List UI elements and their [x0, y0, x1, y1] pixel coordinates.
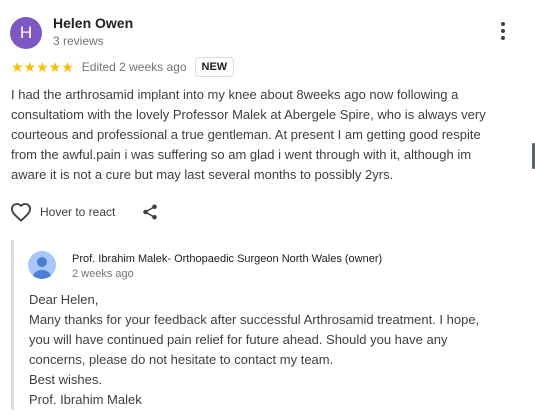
reviewer-avatar[interactable]: H [10, 17, 42, 49]
more-options-icon[interactable] [496, 20, 510, 42]
review-line: I had the arthrosamid implant into my kn… [11, 87, 459, 102]
reply-line: Dear Helen, [29, 292, 99, 307]
share-icon[interactable] [141, 203, 159, 221]
review-text: I had the arthrosamid implant into my kn… [11, 85, 516, 185]
star-rating: ★★★★★ [11, 59, 74, 75]
review-actions: Hover to react [10, 200, 159, 224]
reviewer-review-count: 3 reviews [53, 34, 104, 48]
heart-icon[interactable] [10, 202, 32, 222]
owner-name[interactable]: Prof. Ibrahim Malek- Orthopaedic Surgeon… [72, 253, 382, 265]
edited-date: Edited 2 weeks ago [81, 60, 187, 74]
reply-line: Many thanks for your feedback after succ… [29, 312, 480, 327]
new-badge: NEW [194, 57, 235, 77]
reply-line: concerns, please do not hesitate to cont… [29, 352, 334, 367]
review-line: aware it is not a cure but may last seve… [11, 167, 394, 182]
rating-row: ★★★★★ Edited 2 weeks ago NEW [11, 57, 235, 77]
owner-reply-date: 2 weeks ago [72, 268, 134, 280]
reply-line: you will have continued pain relief for … [29, 332, 448, 347]
review-line: from the awful.pain i was suffering so a… [11, 147, 472, 162]
owner-reply-text: Dear Helen, Many thanks for your feedbac… [29, 290, 524, 410]
review-line: courteous and professional a true gentle… [11, 127, 481, 142]
reply-line: Best wishes. [29, 372, 102, 387]
review-line: consultatiom with the lovely Professor M… [11, 107, 486, 122]
reviewer-name[interactable]: Helen Owen [53, 15, 133, 31]
owner-reply: Prof. Ibrahim Malek- Orthopaedic Surgeon… [11, 240, 524, 410]
react-label[interactable]: Hover to react [40, 205, 115, 219]
owner-avatar-icon [28, 251, 56, 279]
reply-line: Prof. Ibrahim Malek [29, 392, 142, 407]
